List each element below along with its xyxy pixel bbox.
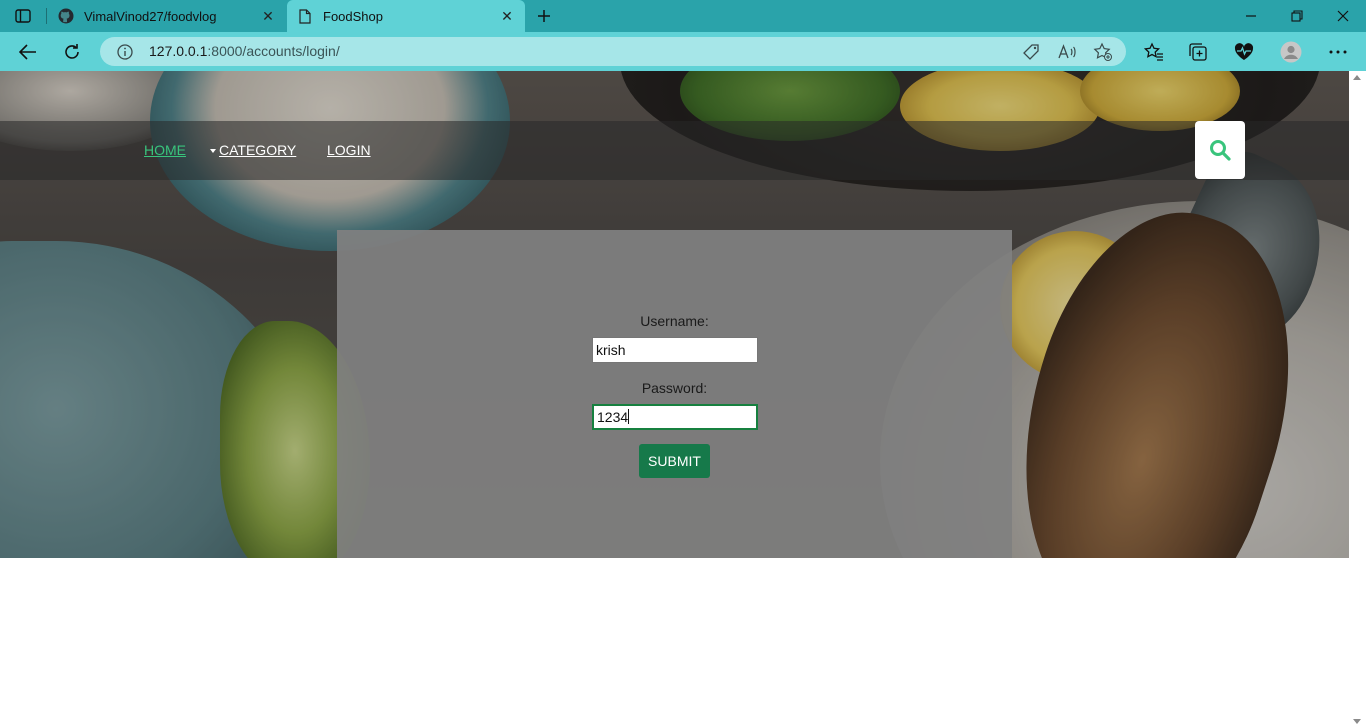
submit-button[interactable]: SUBMIT <box>639 444 710 478</box>
search-icon <box>1210 140 1231 161</box>
tab-separator <box>46 8 47 24</box>
password-input[interactable]: 1234 <box>592 404 758 430</box>
address-bar[interactable]: 127.0.0.1:8000/accounts/login/ <box>100 37 1126 66</box>
tab-foodshop[interactable]: FoodShop ✕ <box>287 0 525 32</box>
close-icon[interactable]: ✕ <box>258 6 278 26</box>
nav-home-link[interactable]: HOME <box>144 142 186 158</box>
minimize-icon[interactable] <box>1239 4 1263 28</box>
profile-avatar-icon[interactable] <box>1279 40 1303 64</box>
url-text: 127.0.0.1:8000/accounts/login/ <box>149 43 340 59</box>
scroll-up-arrow-icon[interactable] <box>1353 75 1361 80</box>
username-input[interactable]: krish <box>592 337 758 363</box>
window-close-icon[interactable] <box>1331 4 1355 28</box>
username-label: Username: <box>640 313 709 329</box>
browser-essentials-icon[interactable] <box>1232 40 1256 64</box>
tab-actions-icon[interactable] <box>12 6 34 26</box>
page-viewport: HOME CATEGORY LOGIN Username: krish Pass… <box>0 71 1349 728</box>
more-options-icon[interactable] <box>1326 40 1350 64</box>
restore-icon[interactable] <box>1285 4 1309 28</box>
browser-toolbar: 127.0.0.1:8000/accounts/login/ <box>0 32 1366 71</box>
back-arrow-icon[interactable] <box>16 40 40 64</box>
read-aloud-icon[interactable] <box>1056 41 1078 63</box>
refresh-icon[interactable] <box>60 40 84 64</box>
search-button[interactable] <box>1195 121 1245 179</box>
url-path: :8000/accounts/login/ <box>207 43 340 59</box>
tab-title: VimalVinod27/foodvlog <box>84 8 217 24</box>
caret-down-icon <box>210 149 216 153</box>
info-icon[interactable] <box>116 43 134 61</box>
close-icon[interactable]: ✕ <box>497 6 517 26</box>
github-icon <box>58 8 74 24</box>
url-host: 127.0.0.1 <box>149 43 208 59</box>
scroll-down-arrow-icon[interactable] <box>1353 719 1361 724</box>
hero-banner: HOME CATEGORY LOGIN Username: krish Pass… <box>0 71 1349 558</box>
text-cursor <box>628 409 630 424</box>
page-icon <box>297 8 313 24</box>
plus-icon[interactable] <box>534 6 554 26</box>
nav-category-link[interactable]: CATEGORY <box>210 142 296 158</box>
vertical-scrollbar[interactable] <box>1349 71 1366 728</box>
browser-tab-strip: VimalVinod27/foodvlog ✕ FoodShop ✕ <box>0 0 1366 32</box>
nav-category-label: CATEGORY <box>219 142 297 158</box>
site-navbar: HOME CATEGORY LOGIN <box>0 121 1349 180</box>
tab-github[interactable]: VimalVinod27/foodvlog ✕ <box>48 0 286 32</box>
login-form-panel: Username: krish Password: 1234 SUBMIT <box>337 230 1012 558</box>
coupon-tag-icon[interactable] <box>1020 41 1042 63</box>
password-label: Password: <box>641 380 708 396</box>
nav-login-link[interactable]: LOGIN <box>327 142 371 158</box>
collections-icon[interactable] <box>1186 40 1210 64</box>
tab-title: FoodShop <box>323 8 383 24</box>
add-favorite-icon[interactable] <box>1092 41 1114 63</box>
password-value: 1234 <box>597 409 629 425</box>
favorites-icon[interactable] <box>1142 40 1166 64</box>
